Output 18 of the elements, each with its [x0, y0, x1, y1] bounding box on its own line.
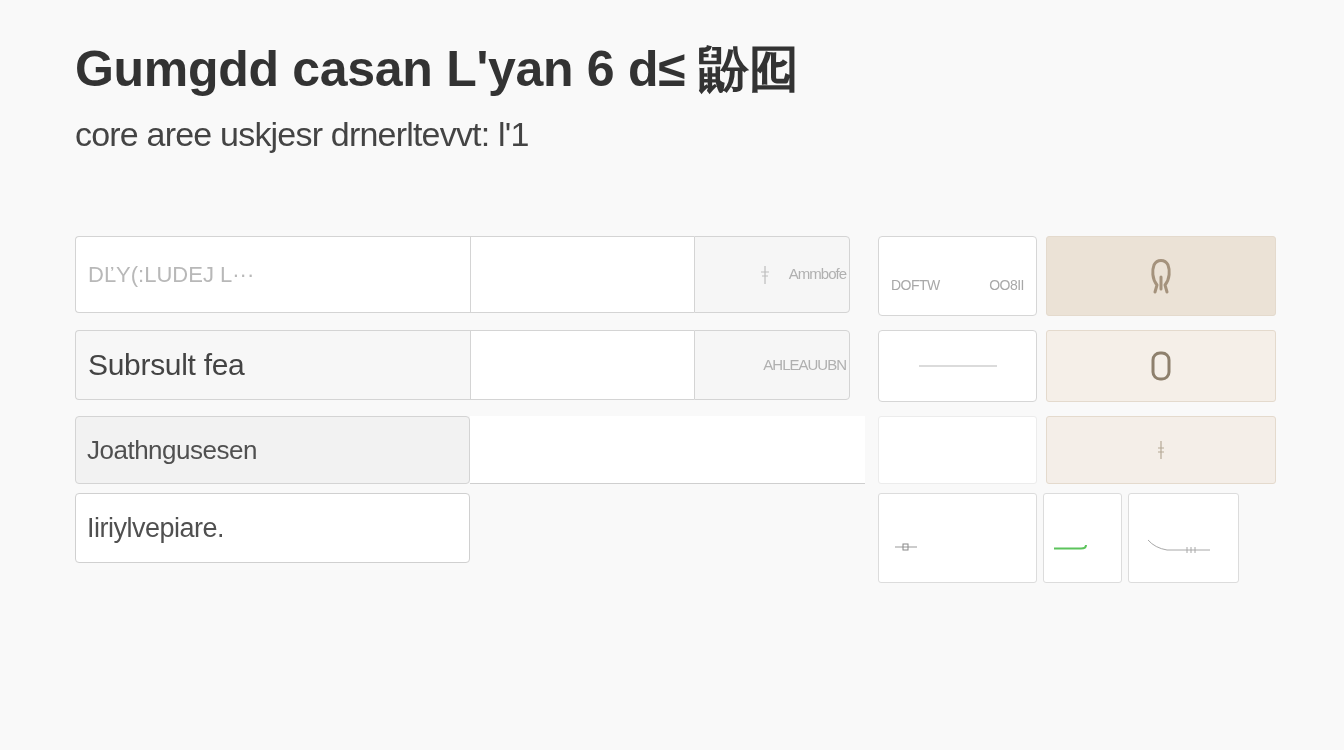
input-field[interactable]: Joathngusesen: [75, 416, 470, 484]
ring-icon: [1151, 351, 1171, 381]
tick-mark-icon: [1158, 441, 1164, 459]
line-icon: [1053, 544, 1087, 550]
card-label: DOFTW: [891, 275, 940, 295]
cell-text: AHLEAUUBN: [763, 354, 846, 375]
page-subtitle: core aree uskjesr drnerltevvt: l'1: [75, 114, 529, 154]
bar-icon: [760, 265, 769, 284]
input-field[interactable]: DĽY(:LUDEJ L···: [75, 236, 470, 313]
dash-icon: [918, 365, 997, 367]
mini-slider-icon: [895, 543, 917, 551]
loop-icon: [1150, 258, 1172, 294]
card-label: OO8II: [989, 275, 1024, 295]
curve-icon: [1147, 538, 1211, 556]
input-field[interactable]: Iiriylvepiare.: [75, 493, 470, 563]
page-title: Gumgdd casan L'yan 6 d≤ 鼢囮: [75, 40, 799, 99]
cell-text: Ammbofe: [788, 264, 846, 285]
input-field[interactable]: Subrsult fea: [75, 330, 470, 400]
